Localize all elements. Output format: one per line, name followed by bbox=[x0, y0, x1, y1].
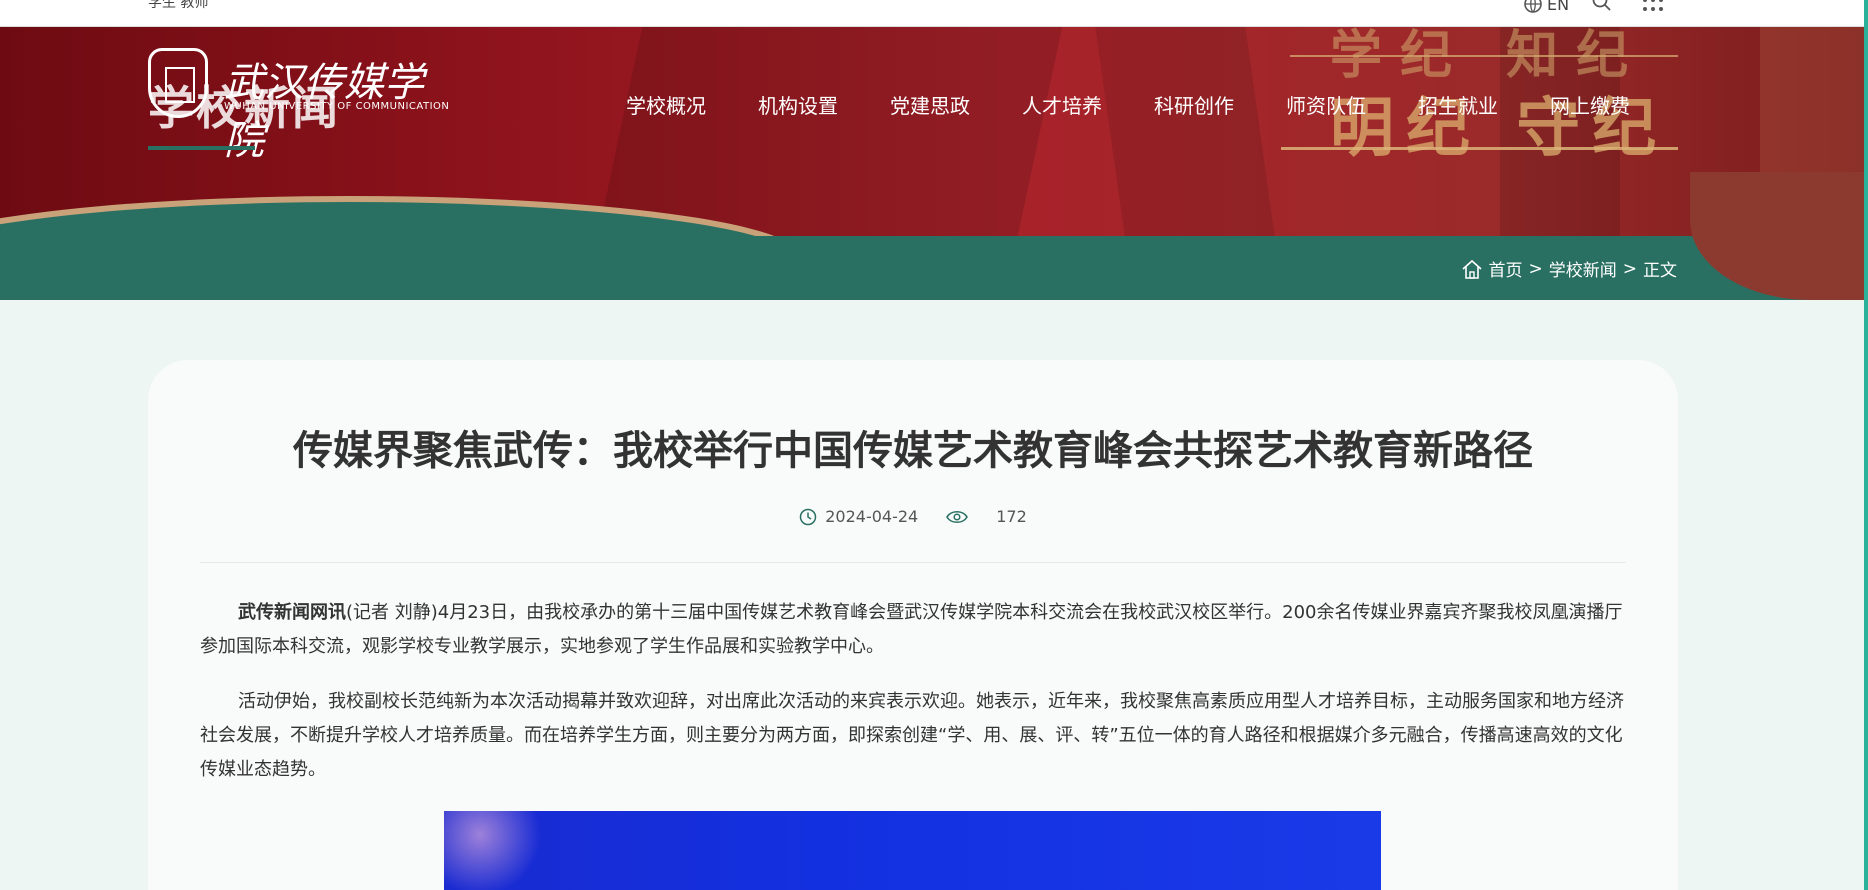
article-meta: 2024-04-24 172 bbox=[148, 507, 1678, 526]
apps-grid-icon[interactable] bbox=[1641, 0, 1665, 14]
article-source: 武传新闻网讯 bbox=[238, 602, 346, 623]
banner-decor bbox=[597, 27, 1063, 236]
banner-decor bbox=[1095, 27, 1275, 236]
clock-icon bbox=[799, 508, 817, 525]
article-photo bbox=[444, 811, 1381, 890]
section-title-underline bbox=[148, 146, 255, 150]
nav-item-education[interactable]: 人才培养 bbox=[1022, 90, 1102, 119]
nav-item-faculty[interactable]: 师资队伍 bbox=[1286, 90, 1366, 119]
nav-item-overview[interactable]: 学校概况 bbox=[626, 90, 706, 119]
article-paragraph-text: (记者 刘静)4月23日，由我校承办的第十三届中国传媒艺术教育峰会暨武汉传媒学院… bbox=[200, 602, 1623, 657]
breadcrumb-section[interactable]: 学校新闻 bbox=[1549, 256, 1617, 281]
section-title: 学校新闻 bbox=[148, 81, 340, 135]
top-left-links[interactable]: 学生 教师 bbox=[148, 0, 208, 12]
home-icon bbox=[1461, 259, 1482, 279]
language-switch[interactable]: EN bbox=[1523, 0, 1569, 14]
article-paragraph: 活动伊始，我校副校长范纯新为本次活动揭幕并致欢迎辞，对出席此次活动的来宾表示欢迎… bbox=[200, 691, 1624, 780]
eye-icon bbox=[946, 510, 969, 523]
breadcrumb-bar: 首页 > 学校新闻 > 正文 bbox=[0, 172, 1868, 300]
breadcrumb-bar-decor bbox=[1690, 172, 1868, 300]
language-label: EN bbox=[1547, 0, 1570, 14]
article-title: 传媒界聚焦武传：我校举行中国传媒艺术教育峰会共探艺术教育新路径 bbox=[293, 428, 1533, 474]
page-edge-accent bbox=[1864, 0, 1868, 890]
breadcrumb-separator: > bbox=[1528, 258, 1543, 279]
nav-item-payment[interactable]: 网上缴费 bbox=[1550, 90, 1630, 119]
breadcrumb: 首页 > 学校新闻 > 正文 bbox=[1461, 256, 1677, 281]
nav-item-research[interactable]: 科研创作 bbox=[1154, 90, 1234, 119]
article-paragraph: 武传新闻网讯(记者 刘静)4月23日，由我校承办的第十三届中国传媒艺术教育峰会暨… bbox=[200, 596, 1626, 664]
photo-decor bbox=[444, 811, 564, 890]
breadcrumb-separator: > bbox=[1622, 258, 1637, 279]
slogan-rule-bottom bbox=[1281, 147, 1678, 150]
nav-item-organization[interactable]: 机构设置 bbox=[758, 90, 838, 119]
meta-divider bbox=[200, 562, 1626, 563]
article-date: 2024-04-24 bbox=[825, 507, 919, 526]
main-nav: 学校概况 机构设置 党建思政 人才培养 科研创作 师资队伍 招生就业 网上缴费 bbox=[626, 90, 1630, 119]
search-icon[interactable] bbox=[1592, 0, 1612, 12]
breadcrumb-home[interactable]: 首页 bbox=[1489, 256, 1523, 281]
article-views: 172 bbox=[996, 507, 1027, 526]
nav-item-party-building[interactable]: 党建思政 bbox=[890, 90, 970, 119]
breadcrumb-current: 正文 bbox=[1643, 261, 1677, 281]
nav-item-admissions[interactable]: 招生就业 bbox=[1418, 90, 1498, 119]
globe-icon bbox=[1524, 0, 1542, 13]
top-utility-bar: 学生 教师 EN bbox=[0, 0, 1868, 27]
